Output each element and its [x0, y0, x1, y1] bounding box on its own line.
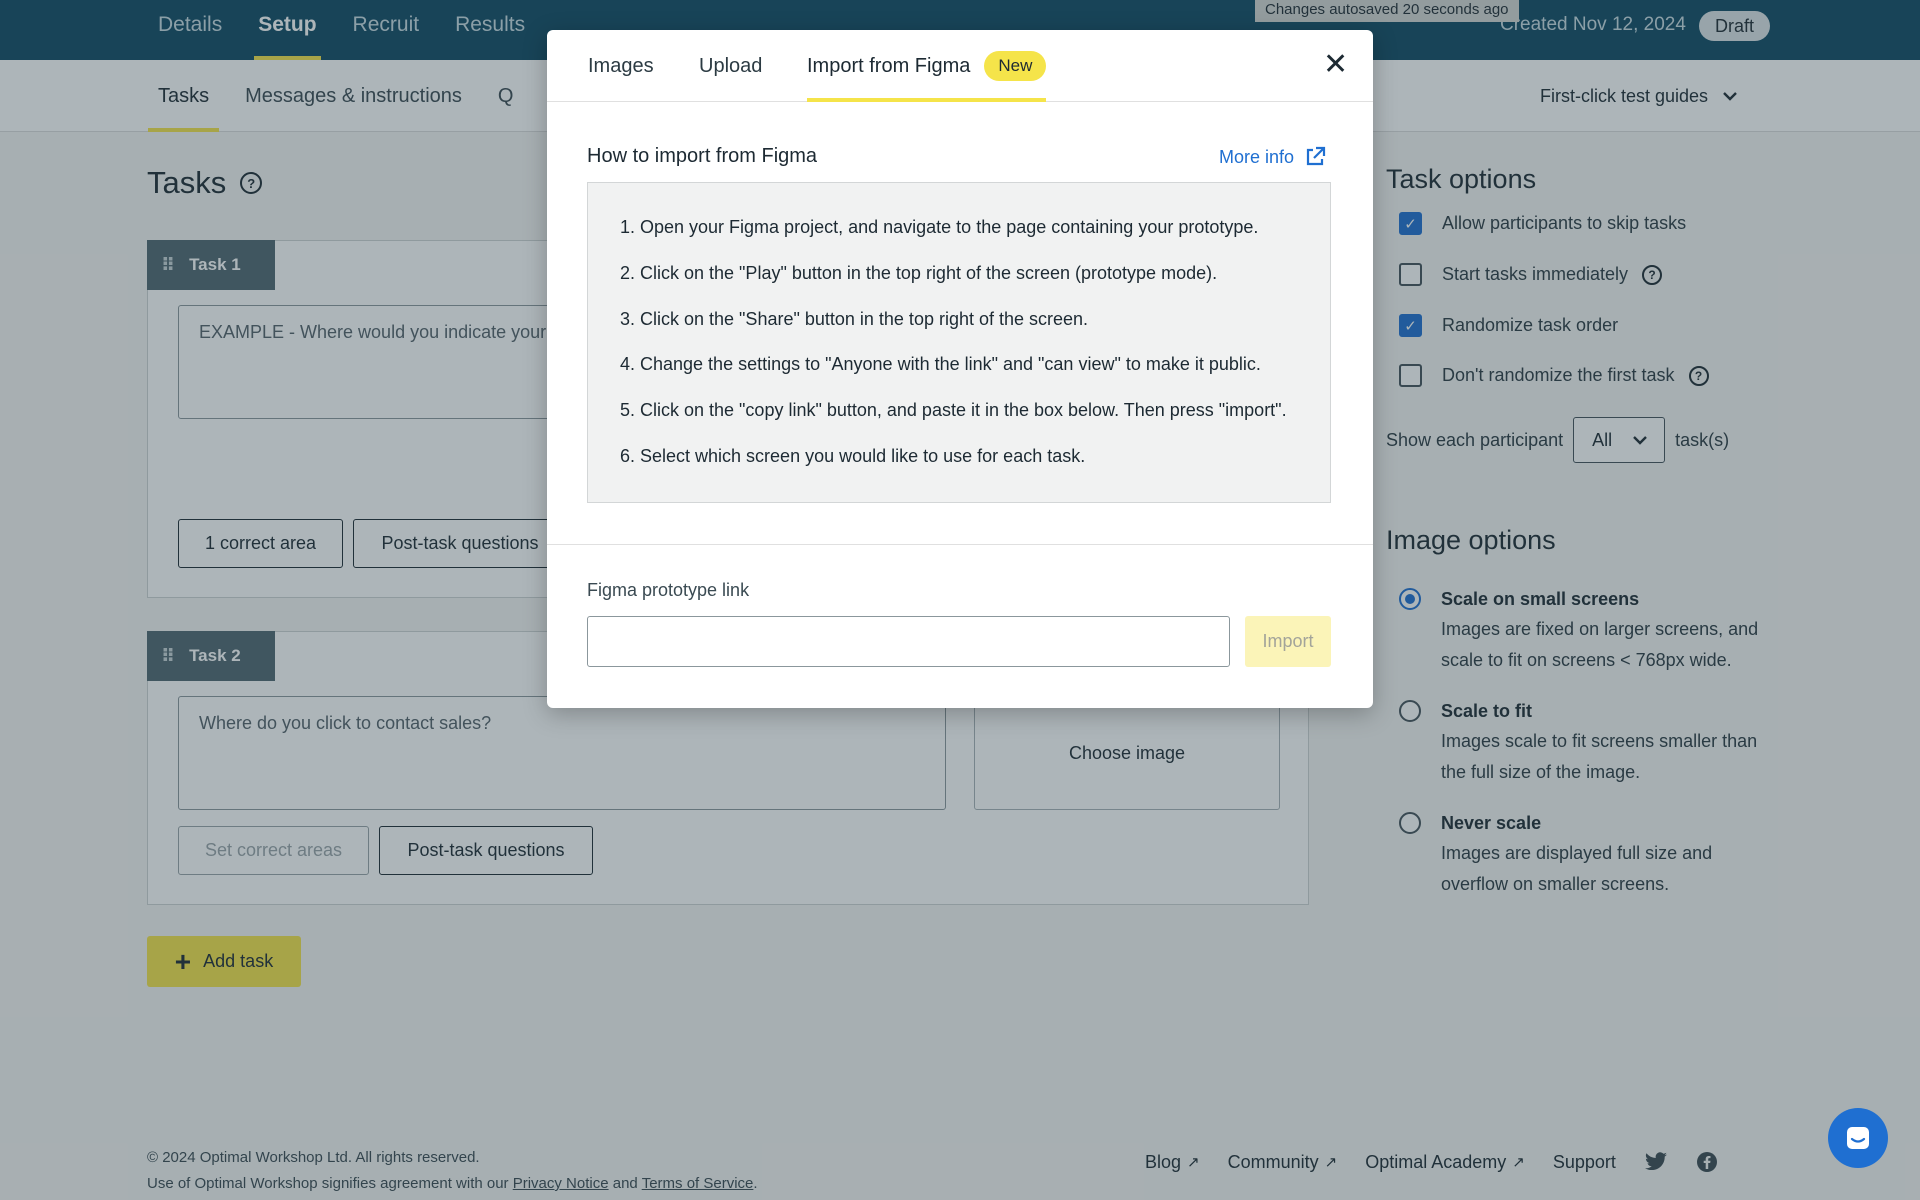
import-button[interactable]: Import	[1245, 616, 1331, 667]
instructions-box: Open your Figma project, and navigate to…	[587, 182, 1331, 503]
instructions-list: Open your Figma project, and navigate to…	[620, 217, 1330, 467]
modal-tabs: Images Upload Import from Figma New	[547, 30, 1373, 102]
instruction-step: Open your Figma project, and navigate to…	[640, 217, 1330, 238]
close-icon[interactable]: ✕	[1323, 50, 1348, 80]
external-link-icon	[1306, 146, 1326, 166]
modal-tab-upload[interactable]: Upload	[699, 30, 762, 102]
instruction-step: Click on the "Play" button in the top ri…	[640, 263, 1330, 284]
figma-link-label: Figma prototype link	[587, 580, 750, 600]
instruction-step: Select which screen you would like to us…	[640, 446, 1330, 467]
divider	[547, 544, 1373, 545]
modal-tab-import-figma[interactable]: Import from Figma New	[807, 30, 1047, 102]
modal-tab-images[interactable]: Images	[588, 30, 654, 102]
more-info-label: More info	[1219, 146, 1295, 167]
instruction-step: Change the settings to "Anyone with the …	[640, 354, 1330, 375]
figma-link-input[interactable]	[587, 616, 1230, 667]
instruction-step: Click on the "copy link" button, and pas…	[640, 400, 1330, 421]
instruction-step: Click on the "Share" button in the top r…	[640, 309, 1330, 330]
chat-icon	[1847, 1127, 1869, 1149]
how-to-import-heading: How to import from Figma	[587, 145, 818, 167]
modal-tab-label: Import from Figma	[807, 55, 971, 77]
more-info-link[interactable]: More info	[1219, 146, 1326, 168]
chat-launcher-button[interactable]	[1828, 1108, 1888, 1168]
import-modal: Images Upload Import from Figma New ✕ Ho…	[547, 30, 1373, 708]
new-badge: New	[984, 51, 1047, 81]
